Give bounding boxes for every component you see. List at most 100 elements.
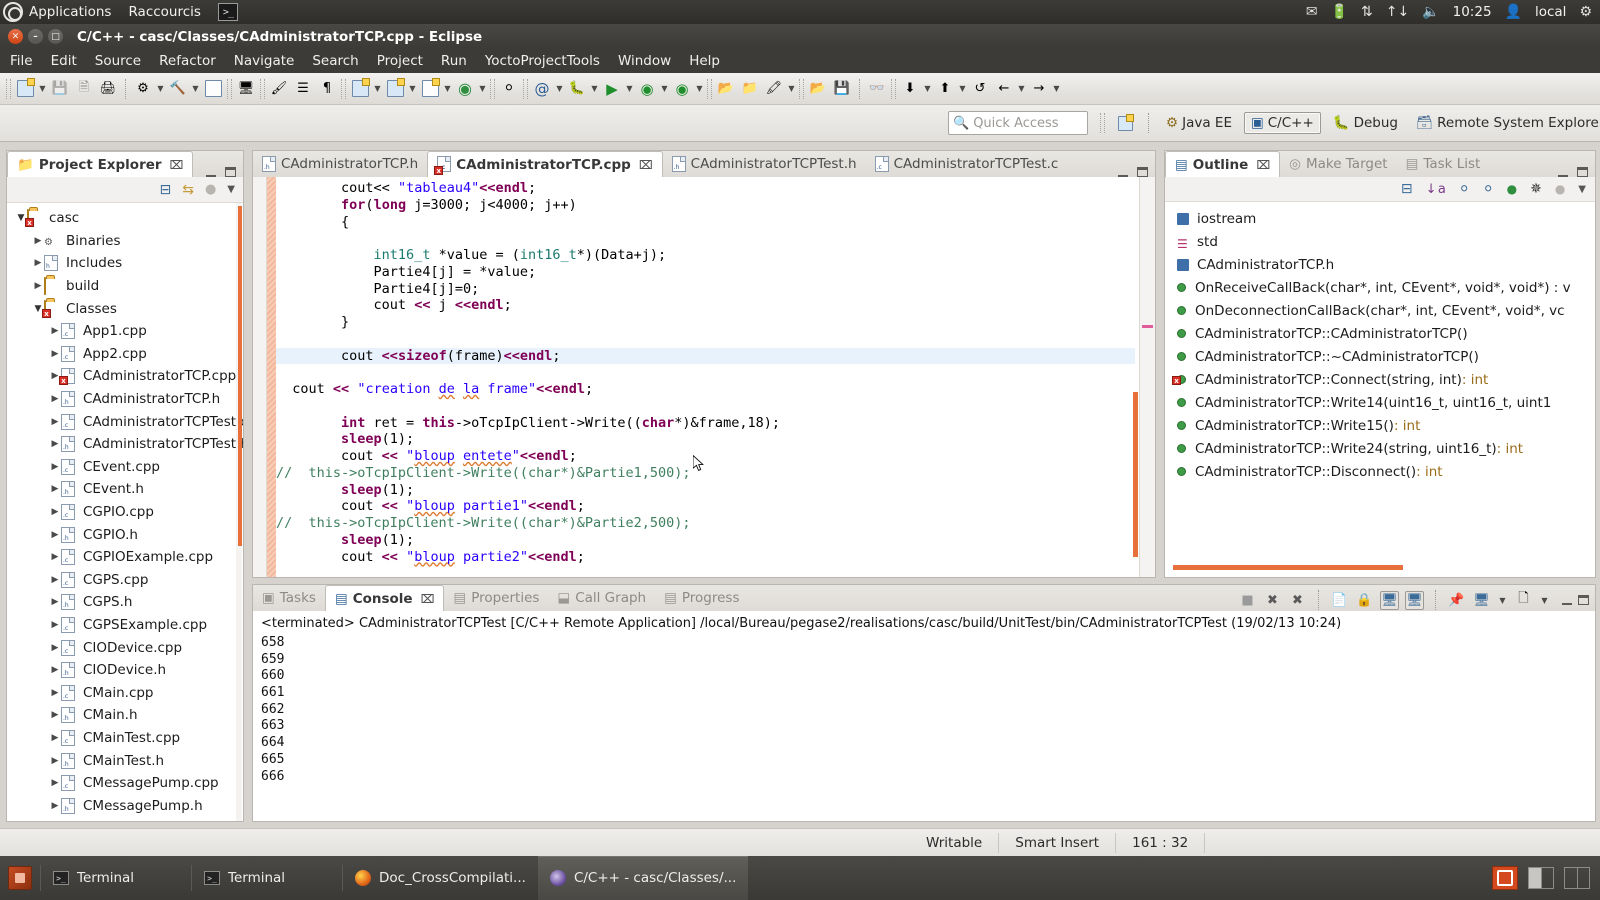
bluetooth-icon[interactable]: ⇅	[1361, 5, 1373, 19]
code-line[interactable]	[276, 331, 1135, 348]
forward-dropdown-icon[interactable]: ▼	[1051, 78, 1062, 100]
forward-icon[interactable]: →	[1028, 78, 1050, 100]
outline-item[interactable]: x CAdministratorTCP::Connect(string, int)…	[1165, 368, 1595, 391]
new-class-dropdown-icon[interactable]: ▼	[407, 78, 418, 100]
export-icon[interactable]: 💾	[831, 78, 853, 100]
new-source-file-icon[interactable]	[419, 78, 441, 100]
code-line[interactable]: int ret = this->oTcpIpClient->Write((cha…	[276, 415, 1135, 432]
outline-tab[interactable]: ▤ Outline ⌧	[1165, 151, 1281, 177]
tree-item[interactable]: ▶ h Includes	[7, 252, 243, 275]
toggle-block-selection-icon[interactable]: ☰	[292, 78, 314, 100]
open-folder-icon[interactable]: 📁	[739, 78, 761, 100]
chevron-right-icon[interactable]: ▶	[49, 665, 61, 675]
tree-item[interactable]: ▶ .c App2.cpp	[7, 343, 243, 366]
hide-non-public-icon[interactable]: ●	[1507, 182, 1517, 196]
chevron-right-icon[interactable]: ▶	[49, 530, 61, 540]
editor-tab[interactable]: .h CAdministratorTCP.h	[253, 151, 427, 177]
chevron-right-icon[interactable]: ▶	[49, 349, 61, 359]
code-editor[interactable]: cout<< "tableau4"<<endl; for(long j=3000…	[253, 177, 1155, 577]
minimize-icon[interactable]	[1118, 168, 1128, 177]
close-icon[interactable]: ⌧	[170, 158, 184, 172]
menu-navigate[interactable]: Navigate	[225, 53, 304, 69]
volume-icon[interactable]: 🔈	[1422, 5, 1439, 19]
close-icon[interactable]: ⌧	[639, 158, 653, 172]
tree-item[interactable]: ▶.cxCAdministratorTCP.cpp	[7, 365, 243, 388]
close-icon[interactable]: ⌧	[421, 592, 435, 606]
build-icon[interactable]: 🔨	[167, 78, 189, 100]
outline-tab[interactable]: ◎ Make Target	[1280, 151, 1396, 177]
maximize-icon[interactable]	[225, 167, 236, 177]
editor-overview-ruler[interactable]	[1139, 177, 1155, 577]
code-line[interactable]: sleep(1);	[276, 431, 1135, 448]
tree-item[interactable]: ▶.cCAdministratorTCPTest.cpp	[7, 410, 243, 433]
open-type-icon[interactable]: @	[531, 78, 553, 100]
new-c-project-dropdown-icon[interactable]: ▼	[372, 78, 383, 100]
tree-item[interactable]: ▶ .c CIODevice.cpp	[7, 636, 243, 659]
new-source-file-dropdown-icon[interactable]: ▼	[442, 78, 453, 100]
editor-tab[interactable]: .cxCAdministratorTCP.cpp ⌧	[427, 151, 663, 177]
toolbar-grip-2[interactable]	[227, 78, 232, 99]
console-tab[interactable]: ▣ Tasks	[253, 585, 325, 611]
new-c-project-icon[interactable]	[349, 78, 371, 100]
perspective-java-ee[interactable]: ⚙ Java EE	[1160, 113, 1238, 133]
run-last-tool-icon[interactable]: ◉	[671, 78, 693, 100]
outline-item[interactable]: CAdministratorTCP.h	[1165, 253, 1595, 276]
perspective-grip[interactable]	[1100, 113, 1105, 133]
workspace-switcher-icon[interactable]	[1528, 867, 1554, 889]
code-line[interactable]: cout << "bloup entete"<<endl;	[276, 448, 1135, 465]
menu-file[interactable]: File	[0, 53, 42, 69]
workspace-switcher-icon-2[interactable]	[1564, 867, 1590, 889]
new-perspective-icon[interactable]	[1114, 112, 1136, 134]
taskbar-item-terminal-1[interactable]: >_ Terminal	[41, 856, 191, 900]
next-annotation-icon[interactable]: ⬇	[899, 78, 921, 100]
code-line[interactable]: cout << j <<endl;	[276, 297, 1135, 314]
outline-list[interactable]: iostream ☰ std CAdministratorTCP.h OnReceive…	[1165, 202, 1595, 572]
display-selected-console-icon[interactable]: 🖥	[1472, 591, 1491, 610]
import-icon[interactable]: 📂	[807, 78, 829, 100]
overview-marker[interactable]	[1142, 325, 1153, 328]
run-history-dropdown-icon[interactable]: ▼	[659, 78, 670, 100]
tree-item[interactable]: ▶ .h CAdministratorTCP.h	[7, 388, 243, 411]
open-console-icon[interactable]: 🗋	[1514, 591, 1533, 610]
tree-item[interactable]: ▶ .c CEvent.cpp	[7, 456, 243, 479]
tree-item[interactable]: ▼ x casc	[7, 207, 243, 230]
skip-breakpoints-icon[interactable]: ⚪	[498, 78, 520, 100]
outline-item[interactable]: ☰ std	[1165, 230, 1595, 253]
build-all-icon[interactable]: ⚙	[132, 78, 154, 100]
menu-yoctoprojecttools[interactable]: YoctoProjectTools	[476, 53, 609, 69]
code-line[interactable]: }	[276, 314, 1135, 331]
tree-item[interactable]: ▶ .h CGPS.h	[7, 591, 243, 614]
chevron-right-icon[interactable]: ▶	[49, 394, 61, 404]
debug-icon[interactable]: 🐛	[566, 78, 588, 100]
tree-item[interactable]: ▶ .h CGPIO.h	[7, 523, 243, 546]
toolbar-grip-8[interactable]	[799, 78, 804, 99]
code-line[interactable]: cout << "bloup partie2"<<endl;	[276, 549, 1135, 566]
toolbar-grip[interactable]	[6, 78, 11, 99]
unity-applications-menu[interactable]: Applications	[29, 4, 111, 20]
maximize-icon[interactable]	[1137, 167, 1148, 177]
console-output[interactable]: <terminated> CAdministratorTCPTest [C/C+…	[253, 611, 1595, 817]
link-with-editor-icon[interactable]: ⇆	[182, 182, 194, 198]
taskbar-item-terminal-2[interactable]: >_ Terminal	[192, 856, 342, 900]
outline-item[interactable]: CAdministratorTCP::Write15() : int	[1165, 414, 1595, 437]
hide-static-icon[interactable]: ⚪	[1483, 182, 1494, 197]
chevron-right-icon[interactable]: ▶	[32, 281, 44, 291]
minimize-icon[interactable]: –	[28, 29, 43, 44]
code-line[interactable]: for(long j=3000; j<4000; j++)	[276, 197, 1135, 214]
new-class-icon[interactable]	[384, 78, 406, 100]
chevron-right-icon[interactable]: ▶	[49, 778, 61, 788]
next-annotation-dropdown-icon[interactable]: ▼	[922, 78, 933, 100]
focus-on-active-task-icon[interactable]: ●	[205, 182, 216, 197]
taskbar-item-firefox[interactable]: Doc_CrossCompilati...	[343, 856, 538, 900]
new-icon[interactable]	[14, 78, 36, 100]
save-all-icon[interactable]: 🗎	[73, 78, 95, 100]
code-line[interactable]: cout << "creation de la frame"<<endl;	[276, 381, 1135, 398]
menu-window[interactable]: Window	[609, 53, 680, 69]
minimize-icon[interactable]	[1558, 168, 1568, 177]
gear-icon[interactable]: ⚙	[1579, 5, 1592, 19]
show-console-on-output-icon[interactable]: 🖥	[1380, 590, 1399, 610]
chevron-right-icon[interactable]: ▶	[32, 258, 44, 268]
network-icon[interactable]: ↑↓	[1386, 5, 1409, 19]
chevron-right-icon[interactable]: ▶	[49, 801, 61, 811]
toolbar-grip-6[interactable]	[523, 78, 528, 99]
